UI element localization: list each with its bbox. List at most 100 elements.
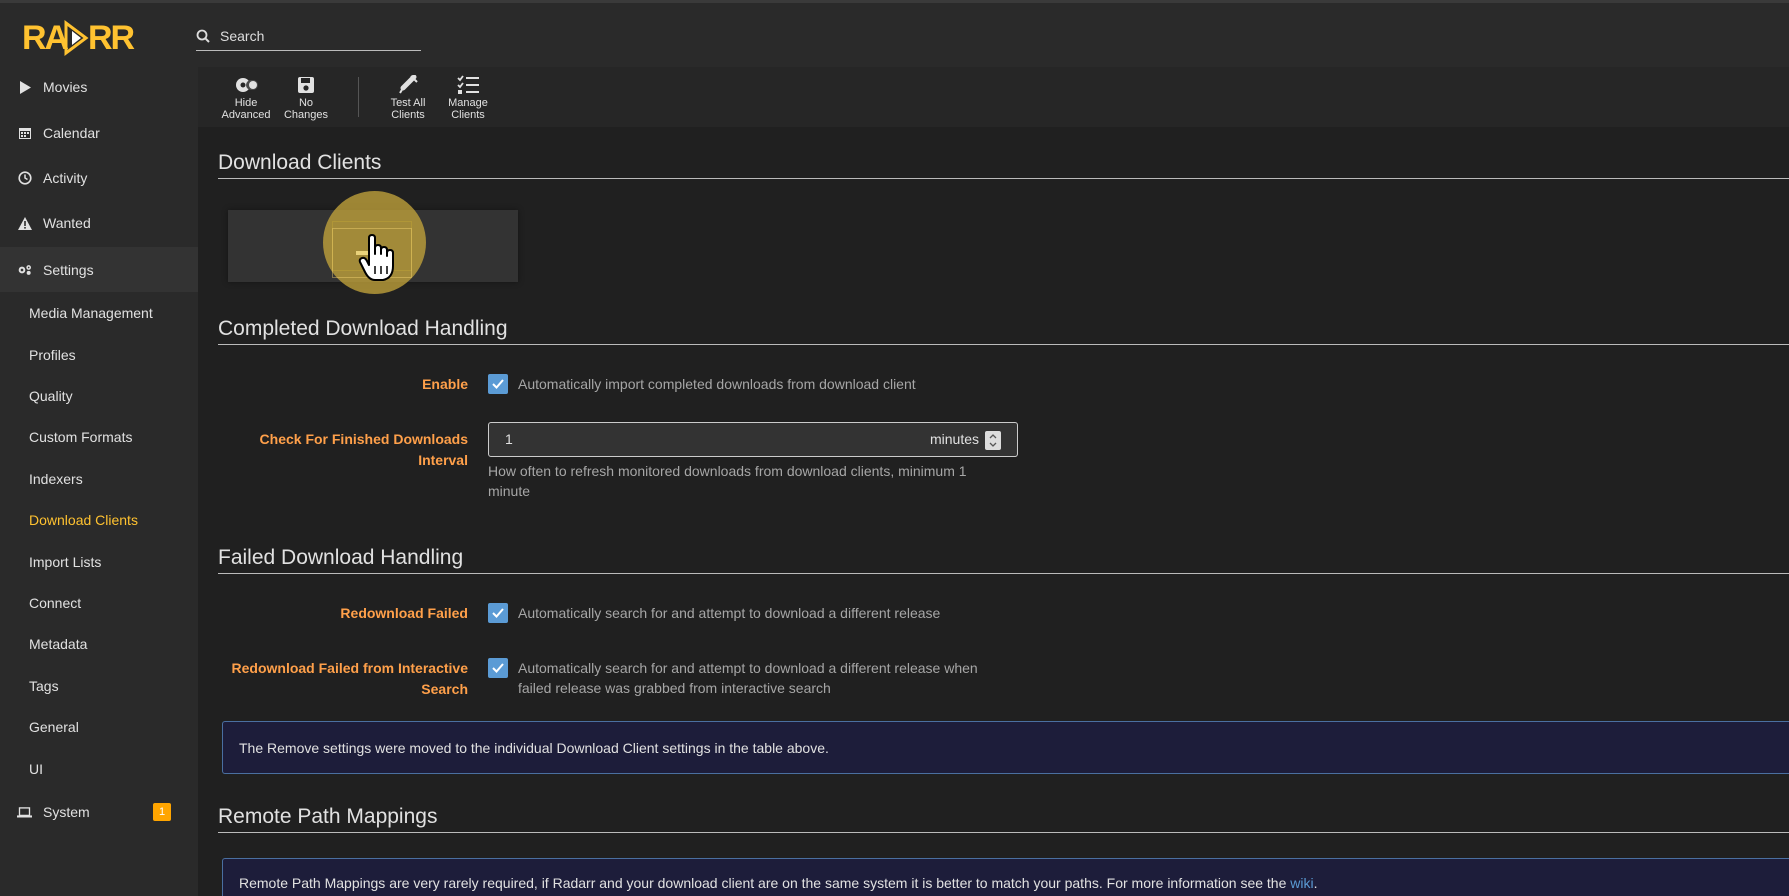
add-button-outline: [332, 228, 412, 278]
redownload-interactive-line-1: Automatically search for and attempt to …: [518, 660, 978, 676]
sidebar-subitem-download-clients[interactable]: Download Clients: [29, 510, 138, 530]
sidebar-item-calendar[interactable]: Calendar: [0, 113, 198, 153]
check-icon: [492, 663, 504, 673]
remove-notice-text: The Remove settings were moved to the in…: [239, 739, 829, 756]
sidebar-subitem-metadata[interactable]: Metadata: [29, 634, 87, 654]
redownload-interactive-checkbox[interactable]: [488, 658, 508, 678]
section-title-remote: Remote Path Mappings: [218, 805, 438, 828]
redownload-interactive-description: Automatically search for and attempt to …: [518, 658, 978, 698]
sidebar-subitem-quality[interactable]: Quality: [29, 386, 73, 406]
interval-help-text: How often to refresh monitored downloads…: [488, 461, 1008, 501]
check-icon: [492, 608, 504, 618]
sidebar-subitem-import-lists[interactable]: Import Lists: [29, 552, 101, 572]
interval-label: Check For Finished Downloads Interval: [218, 429, 468, 471]
remote-notice-body: Remote Path Mappings are very rarely req…: [239, 875, 1291, 891]
sidebar-item-label: System: [43, 804, 90, 820]
section-title-completed: Completed Download Handling: [218, 317, 508, 340]
remote-notice-end: .: [1313, 875, 1318, 891]
manage-clients-button[interactable]: Manage Clients: [442, 73, 494, 123]
search-icon: [196, 29, 210, 48]
test-all-label-2: Clients: [391, 109, 425, 121]
sidebar-subitem-connect[interactable]: Connect: [29, 593, 81, 613]
svg-text:RR: RR: [88, 19, 135, 57]
hide-advanced-label-2: Advanced: [221, 109, 271, 121]
search-box[interactable]: [196, 23, 421, 51]
sidebar-subitem-profiles[interactable]: Profiles: [29, 345, 76, 365]
stepper-arrows-icon: [989, 434, 997, 447]
sidebar-item-activity[interactable]: Activity: [0, 158, 198, 198]
redownload-failed-checkbox[interactable]: [488, 603, 508, 623]
remote-notice-text: Remote Path Mappings are very rarely req…: [239, 875, 1318, 891]
radarr-logo[interactable]: RA RR: [22, 17, 146, 57]
system-badge: 1: [153, 803, 171, 821]
flask-icon: [382, 73, 434, 97]
svg-text:RA: RA: [22, 19, 69, 57]
header: RA RR: [0, 0, 1789, 67]
enable-label: Enable: [422, 376, 468, 392]
section-title-download-clients: Download Clients: [218, 151, 382, 174]
search-input[interactable]: [220, 25, 420, 47]
list-check-icon: [442, 73, 494, 97]
sidebar-item-label: Activity: [43, 170, 88, 186]
no-changes-label-2: Changes: [283, 109, 329, 121]
play-icon: [17, 80, 32, 95]
redownload-interactive-label-line-1: Redownload Failed from Interactive: [231, 660, 469, 676]
wiki-link[interactable]: wiki: [1290, 875, 1313, 891]
test-all-clients-button[interactable]: Test All Clients: [382, 73, 434, 123]
hide-advanced-label-1: Hide: [234, 97, 258, 109]
redownload-failed-label: Redownload Failed: [340, 605, 468, 621]
sidebar-subitem-ui[interactable]: UI: [29, 759, 43, 779]
enable-description: Automatically import completed downloads…: [518, 376, 916, 392]
interval-help-line-1: How often to refresh monitored downloads…: [488, 463, 967, 479]
interval-help-line-2: minute: [488, 483, 531, 499]
sidebar-subitem-tags[interactable]: Tags: [29, 676, 59, 696]
no-changes-button[interactable]: No Changes: [280, 73, 332, 123]
test-all-label-1: Test All: [390, 97, 426, 109]
sidebar-subitem-indexers[interactable]: Indexers: [29, 469, 83, 489]
redownload-interactive-line-2: failed release was grabbed from interact…: [518, 680, 831, 696]
toolbar-separator: [358, 77, 359, 117]
enable-checkbox[interactable]: [488, 374, 508, 394]
sidebar-item-wanted[interactable]: Wanted: [0, 203, 198, 243]
sidebar-subitem-media-management[interactable]: Media Management: [29, 303, 153, 323]
sidebar-item-label: Movies: [43, 79, 88, 95]
radarr-logo-mark: RA RR: [22, 19, 137, 57]
section-divider: [218, 178, 1789, 179]
clock-icon: [17, 171, 32, 186]
interval-label-line-1: Check For Finished Downloads: [259, 431, 468, 447]
section-divider: [218, 344, 1789, 345]
sidebar-subitem-general[interactable]: General: [29, 717, 79, 737]
no-changes-label-1: No: [298, 97, 314, 109]
gears-icon: [17, 262, 32, 277]
sidebar-item-label: Settings: [43, 261, 94, 278]
interval-input[interactable]: 1 minutes: [488, 422, 1018, 457]
sidebar-item-settings[interactable]: Settings: [0, 247, 198, 292]
calendar-icon: [17, 126, 32, 141]
remote-path-notice: Remote Path Mappings are very rarely req…: [222, 858, 1789, 896]
interval-label-line-2: Interval: [418, 452, 468, 468]
laptop-icon: [17, 805, 32, 820]
redownload-failed-description: Automatically search for and attempt to …: [518, 605, 941, 621]
redownload-interactive-label: Redownload Failed from Interactive Searc…: [218, 658, 469, 700]
warning-icon: [17, 216, 32, 231]
number-stepper[interactable]: [985, 431, 1001, 450]
manage-label-2: Clients: [451, 109, 485, 121]
redownload-interactive-label-line-2: Search: [421, 681, 468, 697]
sidebar: Movies Calendar Activity Wanted Settings…: [0, 67, 198, 896]
check-icon: [492, 379, 504, 389]
section-divider: [218, 573, 1789, 574]
toolbar: Hide Advanced No Changes Test All Client…: [198, 67, 1789, 127]
sidebar-item-label: Calendar: [43, 125, 100, 141]
interval-unit: minutes: [929, 431, 979, 447]
section-divider: [218, 832, 1789, 833]
sidebar-item-label: Wanted: [43, 215, 91, 231]
hide-advanced-button[interactable]: Hide Advanced: [220, 73, 272, 123]
interval-value: 1: [505, 431, 513, 447]
sidebar-subitem-custom-formats[interactable]: Custom Formats: [29, 427, 132, 447]
plus-icon: [356, 237, 388, 269]
section-title-failed: Failed Download Handling: [218, 546, 464, 569]
gear-toggle-icon: [220, 73, 272, 97]
manage-label-1: Manage: [448, 97, 488, 109]
save-icon: [280, 73, 332, 97]
sidebar-item-movies[interactable]: Movies: [0, 67, 198, 107]
